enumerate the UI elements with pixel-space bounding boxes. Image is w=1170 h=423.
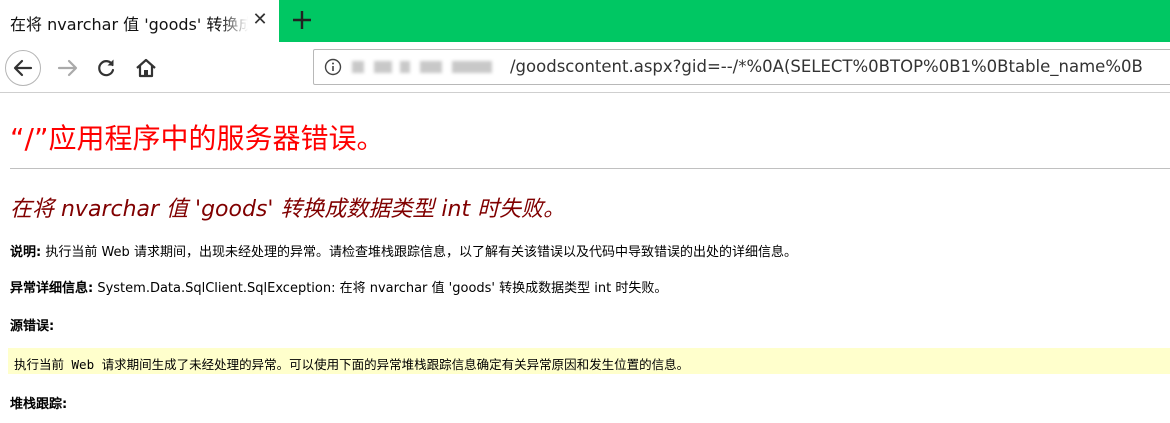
tab-title: 在将 nvarchar 值 'goods' 转换成数 [10, 15, 248, 34]
forward-arrow-icon [57, 59, 78, 77]
error-title: 在将 nvarchar 值 'goods' 转换成数据类型 int 时失败。 [10, 197, 566, 222]
home-button[interactable] [128, 50, 164, 86]
back-arrow-icon [13, 59, 33, 77]
page-title: “/”应用程序中的服务器错误。 [10, 122, 385, 155]
exception-text: System.Data.SqlClient.SqlException: 在将 n… [93, 281, 668, 296]
redacted-domain [352, 61, 512, 73]
description-text: 执行当前 Web 请求期间，出现未经处理的异常。请检查堆栈跟踪信息，以了解有关该… [41, 245, 797, 260]
active-tab[interactable]: 在将 nvarchar 值 'goods' 转换成数 ✕ [0, 0, 279, 42]
back-button[interactable] [5, 50, 41, 86]
info-icon[interactable] [324, 58, 342, 76]
navigation-bar: /goodscontent.aspx?gid=--/*%0A(SELECT%0B… [0, 42, 1170, 93]
stack-trace-label: 堆栈跟踪: [10, 397, 68, 412]
divider [10, 168, 1170, 169]
forward-button[interactable] [50, 50, 86, 86]
source-error-box: 执行当前 Web 请求期间生成了未经处理的异常。可以使用下面的异常堆栈跟踪信息确… [8, 348, 1170, 374]
stack-trace-paragraph: 堆栈跟踪: [10, 393, 67, 412]
description-paragraph: 说明: 执行当前 Web 请求期间，出现未经处理的异常。请检查堆栈跟踪信息，以了… [10, 241, 797, 260]
plus-icon[interactable] [290, 8, 314, 32]
tab-strip: 在将 nvarchar 值 'goods' 转换成数 ✕ [0, 0, 1170, 42]
source-error-label: 源错误: [10, 319, 55, 334]
source-error-text: 执行当前 Web 请求期间生成了未经处理的异常。可以使用下面的异常堆栈跟踪信息确… [14, 357, 690, 372]
exception-paragraph: 异常详细信息: System.Data.SqlClient.SqlExcepti… [10, 277, 667, 296]
url-text[interactable]: /goodscontent.aspx?gid=--/*%0A(SELECT%0B… [510, 57, 1143, 76]
home-icon [136, 58, 156, 78]
source-error-paragraph: 源错误: [10, 315, 54, 334]
description-label: 说明: [10, 245, 42, 260]
reload-icon [98, 59, 115, 77]
address-bar[interactable]: /goodscontent.aspx?gid=--/*%0A(SELECT%0B… [313, 49, 1170, 85]
exception-label: 异常详细信息: [10, 281, 94, 296]
close-icon[interactable]: ✕ [250, 10, 270, 30]
reload-button[interactable] [88, 50, 124, 86]
